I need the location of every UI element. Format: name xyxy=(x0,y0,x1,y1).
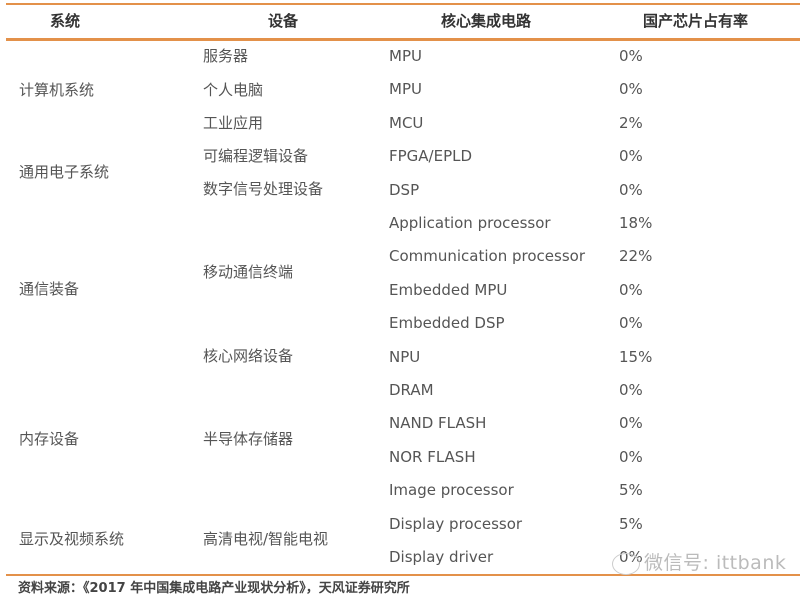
ic-cell: MPU xyxy=(389,47,422,65)
header-domestic-share: 国产芯片占有率 xyxy=(643,12,749,30)
device-cell: 数字信号处理设备 xyxy=(203,180,324,198)
system-cell: 显示及视频系统 xyxy=(19,530,125,548)
share-cell: 0% xyxy=(619,414,643,433)
device-cell: 个人电脑 xyxy=(203,81,264,99)
share-cell: 18% xyxy=(619,214,653,232)
system-cell: 内存设备 xyxy=(19,430,80,448)
header-system: 系统 xyxy=(50,12,81,30)
share-cell: 0% xyxy=(619,147,643,166)
share-cell: 0% xyxy=(619,381,643,399)
ic-cell: NOR FLASH xyxy=(389,447,476,466)
device-cell: 核心网络设备 xyxy=(203,347,294,365)
ic-cell: MCU xyxy=(389,113,424,132)
ic-cell: Communication processor xyxy=(389,247,585,266)
source-note: 资料来源：《2017 年中国集成电路产业现状分析》，天风证券研究所 xyxy=(18,581,410,596)
device-cell: 服务器 xyxy=(203,47,249,65)
share-cell: 5% xyxy=(619,481,643,500)
ic-cell: Image processor xyxy=(389,481,514,500)
watermark-text: 微信号: ittbank xyxy=(644,552,787,574)
ic-cell: MPU xyxy=(389,80,422,99)
share-cell: 0% xyxy=(619,280,643,299)
ic-cell: FPGA/EPLD xyxy=(389,147,473,166)
ic-cell: Embedded DSP xyxy=(389,314,505,333)
ic-cell: Application processor xyxy=(389,214,551,232)
ic-cell: Display driver xyxy=(389,548,494,566)
device-cell: 工业应用 xyxy=(203,114,264,132)
table-top-rule xyxy=(6,3,800,5)
ic-cell: NPU xyxy=(389,347,421,366)
share-cell: 0% xyxy=(619,314,643,333)
share-cell: 0% xyxy=(619,447,643,466)
watermark: 微信号: ittbank xyxy=(612,551,786,575)
share-cell: 0% xyxy=(619,47,643,65)
device-cell: 高清电视/智能电视 xyxy=(203,530,329,548)
system-cell: 计算机系统 xyxy=(19,81,95,99)
ic-cell: Display processor xyxy=(389,514,523,533)
ic-cell: NAND FLASH xyxy=(389,414,487,433)
ic-cell: DSP xyxy=(389,180,420,199)
table-header-rule xyxy=(6,38,800,41)
system-cell: 通信装备 xyxy=(19,280,80,298)
wechat-icon xyxy=(612,552,640,575)
ic-cell: DRAM xyxy=(389,381,434,399)
share-cell: 22% xyxy=(619,247,653,266)
share-cell: 15% xyxy=(619,347,653,366)
device-cell: 半导体存储器 xyxy=(203,430,294,448)
share-cell: 5% xyxy=(619,514,643,533)
header-device: 设备 xyxy=(268,12,299,30)
share-cell: 0% xyxy=(619,180,643,199)
device-cell: 移动通信终端 xyxy=(203,263,294,281)
share-cell: 2% xyxy=(619,113,643,132)
ic-cell: Embedded MPU xyxy=(389,280,508,299)
system-cell: 通用电子系统 xyxy=(19,163,110,181)
share-cell: 0% xyxy=(619,80,643,99)
device-cell: 可编程逻辑设备 xyxy=(203,147,309,165)
header-core-ic: 核心集成电路 xyxy=(441,12,532,30)
